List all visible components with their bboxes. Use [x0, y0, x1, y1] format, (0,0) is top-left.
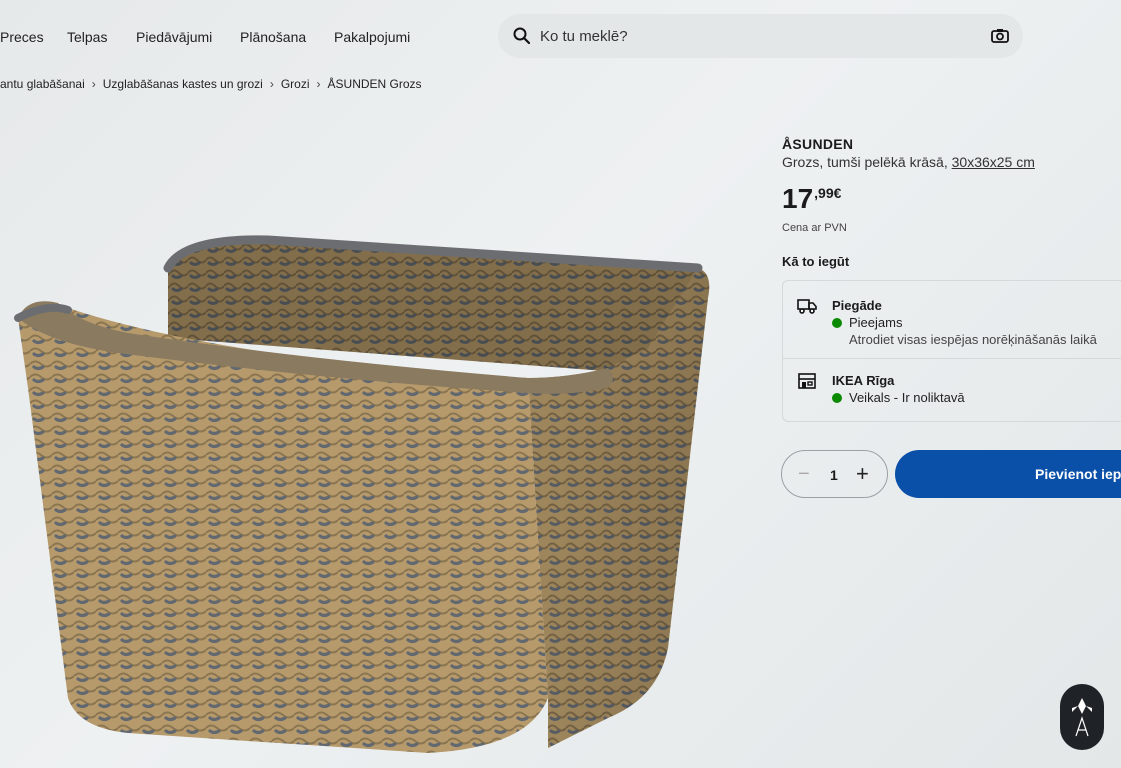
quantity-value[interactable]: 1 [830, 467, 838, 483]
how-to-get-heading: Kā to iegūt [782, 254, 850, 269]
delivery-note: Atrodiet visas iespējas norēķināšanās la… [849, 332, 1097, 347]
price-fraction: ,99€ [814, 185, 842, 201]
truck-icon [797, 299, 817, 314]
status-dot-icon [832, 392, 842, 403]
product-info: ÅSUNDEN Grozs, tumši pelēkā krāsā, 30x36… [782, 136, 1121, 269]
quantity-stepper: − 1 + [781, 450, 888, 498]
breadcrumb-item[interactable]: Uzglabāšanas kastes un grozi [103, 77, 263, 91]
store-status: Veikals - Ir noliktavā [832, 390, 965, 405]
vat-note: Cena ar PVN [782, 222, 847, 234]
chevron-right-icon: › [91, 77, 96, 91]
breadcrumb: antu glabāšanai › Uzglabāšanas kastes un g… [0, 77, 422, 91]
increase-quantity-button[interactable]: + [856, 461, 869, 487]
camera-icon[interactable] [990, 26, 1010, 46]
nav-item-pakalpojumi[interactable]: Pakalpojumi [334, 29, 410, 45]
delivery-status: Pieejams [832, 315, 902, 330]
delivery-status-text: Pieejams [849, 315, 903, 330]
store-title[interactable]: IKEA Rīga [832, 373, 894, 388]
product-price: 17,99€ [782, 184, 1121, 214]
product-image[interactable] [8, 228, 718, 768]
delivery-title[interactable]: Piegāde [832, 298, 882, 313]
price-integer: 17 [782, 183, 814, 214]
top-navigation: Preces Telpas Piedāvājumi Plānošana Paka… [0, 0, 1121, 72]
status-dot-icon [832, 317, 842, 328]
nav-item-telpas[interactable]: Telpas [67, 29, 107, 45]
watermark-logo-icon [1072, 698, 1092, 737]
divider [783, 358, 1121, 359]
watermark-logo-icon [1060, 684, 1104, 750]
nav-item-piedavajumi[interactable]: Piedāvājumi [136, 29, 212, 45]
nav-item-preces[interactable]: Preces [0, 29, 44, 45]
availability-box: Piegāde Pieejams Atrodiet visas iespējas… [782, 280, 1121, 422]
decrease-quantity-button[interactable]: − [798, 463, 810, 486]
breadcrumb-item[interactable]: Grozi [281, 77, 310, 91]
breadcrumb-item[interactable]: antu glabāšanai [0, 77, 85, 91]
search-input[interactable]: Ko tu meklē? [540, 28, 628, 45]
breadcrumb-current: ÅSUNDEN Grozs [327, 77, 422, 91]
nav-item-planosana[interactable]: Plānošana [240, 29, 306, 45]
product-size-link[interactable]: 30x36x25 cm [952, 154, 1035, 170]
product-name[interactable]: ÅSUNDEN [782, 136, 1121, 152]
search-icon[interactable] [512, 26, 532, 46]
search-bar[interactable]: Ko tu meklē? [498, 14, 1023, 58]
product-description-text: Grozs, tumši pelēkā krāsā, [782, 154, 948, 170]
product-description: Grozs, tumši pelēkā krāsā, 30x36x25 cm [782, 154, 1121, 170]
add-to-cart-button[interactable]: Pievienot iepir [895, 450, 1121, 498]
store-icon [798, 373, 816, 389]
chevron-right-icon: › [269, 77, 274, 91]
chevron-right-icon: › [316, 77, 321, 91]
store-status-text: Veikals - Ir noliktavā [849, 390, 965, 405]
